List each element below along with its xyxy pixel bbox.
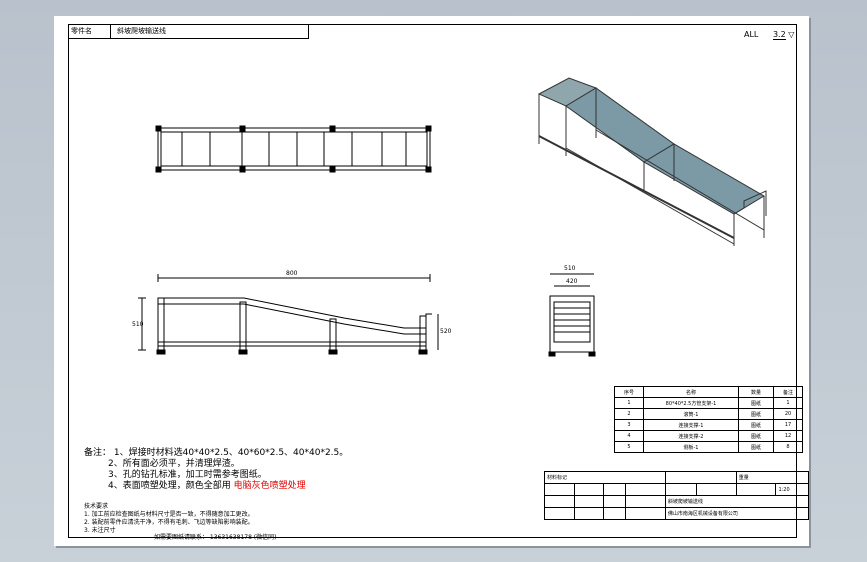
title-block-table: 材料标记 重量 1:20 斜坡爬坡输送线 佛山市南海区机械设备有限公司 bbox=[544, 471, 810, 520]
notes-line-3: 3、孔的钻孔标准，加工时需参考图纸。 bbox=[108, 470, 267, 480]
dim-height2: 520 bbox=[440, 328, 452, 335]
bom-row: 3 连接支撑-1 图纸 17 bbox=[614, 419, 803, 431]
bom-header: 序号 名称 数量 备注 bbox=[614, 386, 803, 398]
dim-width: 510 bbox=[564, 265, 576, 272]
drawing-name: 斜坡爬坡输送线 bbox=[664, 495, 810, 508]
tech-line-1: 1. 加工前应检查图纸与材料尺寸是否一致，不得随意加工更改。 bbox=[84, 511, 254, 518]
bom-row: 2 滚筒-1 图纸 20 bbox=[614, 408, 803, 420]
end-view bbox=[548, 273, 596, 357]
notes-block: 备注： 1、焊接时材料选40*40*2.5、40*60*2.5、40*40*2.… bbox=[84, 448, 348, 492]
side-view bbox=[138, 274, 439, 355]
notes-red-text: 电脑灰色喷塑处理 bbox=[233, 481, 306, 491]
notes-line-1: 1、焊接时材料选40*40*2.5、40*60*2.5、40*40*2.5。 bbox=[113, 448, 349, 458]
company-name: 佛山市南海区机械设备有限公司 bbox=[664, 507, 810, 520]
dim-height: 510 bbox=[132, 321, 144, 328]
drawing-sheet: 零件名 斜坡爬坡输送线 ALL 3.2 ▽ 800 510 520 510 42… bbox=[54, 16, 810, 546]
bom-row: 5 侧板-1 图纸 8 bbox=[614, 441, 803, 453]
dim-inner: 420 bbox=[566, 278, 578, 285]
bom-row: 4 连接支撑-2 图纸 12 bbox=[614, 430, 803, 442]
notes-line-4: 4、表面喷塑处理，颜色全部用 bbox=[108, 481, 231, 491]
isometric-view bbox=[537, 77, 767, 246]
bom-row: 1 80*40*2.5方管支架-1 图纸 1 bbox=[614, 397, 803, 409]
notes-heading: 备注： bbox=[84, 448, 112, 458]
tech-line-2: 2. 装配前零件应清洗干净，不得有毛刺、飞边等缺陷影响装配。 bbox=[84, 519, 254, 526]
dim-length: 800 bbox=[286, 270, 298, 277]
contact-info: 如需要图纸请联系： 13631638178 (微信同) bbox=[154, 534, 277, 541]
tech-heading: 技术要求 bbox=[84, 503, 109, 510]
tech-notes: 技术要求 1. 加工前应检查图纸与材料尺寸是否一致，不得随意加工更改。 2. 装… bbox=[84, 503, 254, 535]
bom-table: 序号 名称 数量 备注 1 80*40*2.5方管支架-1 图纸 1 2 滚筒-1 图纸 2… bbox=[614, 386, 803, 453]
scale-value: 1:20 bbox=[775, 483, 809, 496]
material-label: 材料标记 bbox=[544, 471, 666, 484]
weight-label: 重量 bbox=[735, 471, 810, 484]
top-view bbox=[155, 125, 432, 173]
notes-line-2: 2、所有面必须平，并清理焊渣。 bbox=[108, 459, 240, 469]
